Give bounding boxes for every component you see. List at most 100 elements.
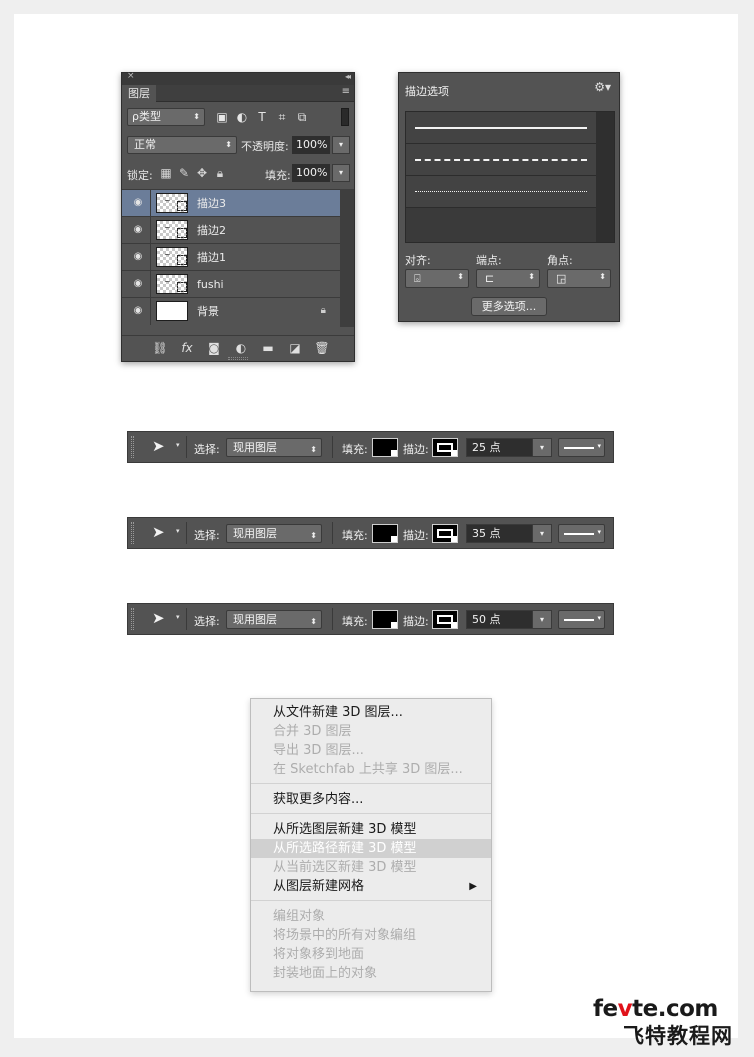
menu-item[interactable]: 从所选图层新建 3D 模型 <box>251 820 491 839</box>
panel-tabbar: 图层 ≡ <box>122 85 354 102</box>
corners-select[interactable]: ◲ ⬍ <box>547 269 611 288</box>
vector-mask-icon <box>177 282 187 292</box>
stroke-swatch[interactable] <box>432 438 458 457</box>
select-layers-dropdown[interactable]: 现用图层 ⬍ <box>226 524 322 543</box>
lock-transparency-icon[interactable]: ▦ <box>159 165 173 181</box>
stroke-type-sample <box>564 447 594 449</box>
shape-filter-icon[interactable]: ⌗ <box>274 109 290 125</box>
panel-menu-icon[interactable]: ≡ <box>342 86 350 97</box>
layer-row[interactable]: ◉ ~ 描边1 <box>122 243 340 271</box>
toolbar-grip[interactable] <box>131 436 134 458</box>
trash-icon[interactable]: 🗑︎ <box>312 339 332 357</box>
more-options-button[interactable]: 更多选项... <box>471 297 547 316</box>
stroke-width-dropdown[interactable]: ▾ <box>532 438 552 457</box>
menu-item[interactable]: 从文件新建 3D 图层... <box>251 703 491 722</box>
type-filter-icon[interactable]: T <box>254 109 270 125</box>
caps-select[interactable]: ⊏ ⬍ <box>476 269 540 288</box>
opacity-input[interactable]: 100% <box>292 136 330 154</box>
preset-scrollbar[interactable] <box>596 112 614 242</box>
stroke-type-dropdown[interactable]: ▾ <box>558 610 605 629</box>
stroke-swatch[interactable] <box>432 610 458 629</box>
chevron-down-icon: ▾ <box>597 528 601 536</box>
stroke-preset-dotted[interactable] <box>406 176 596 208</box>
folder-icon[interactable]: ▬ <box>258 339 278 357</box>
fill-swatch[interactable] <box>372 610 398 629</box>
align-select[interactable]: ⌺ ⬍ <box>405 269 469 288</box>
layer-thumbnail[interactable]: ~ <box>156 274 188 294</box>
pixel-filter-icon[interactable]: ▣ <box>214 109 230 125</box>
lock-position-icon[interactable]: ✥ <box>195 165 209 181</box>
layer-list-scrollbar[interactable] <box>340 189 354 327</box>
layer-name: 描边1 <box>197 251 226 264</box>
link-icon[interactable]: ⛓ <box>150 339 170 357</box>
tool-preset-dropdown-icon[interactable]: ▾ <box>176 527 180 535</box>
stroke-type-dropdown[interactable]: ▾ <box>558 524 605 543</box>
watermark-logo: fevte.com 飞特教程网 <box>593 996 743 1048</box>
stroke-width-dropdown[interactable]: ▾ <box>532 610 552 629</box>
blend-mode-select[interactable]: 正常 ⬍ <box>127 136 237 154</box>
filter-toggle[interactable] <box>341 108 349 126</box>
divider <box>150 244 151 271</box>
close-icon[interactable]: × <box>127 71 135 81</box>
menu-separator <box>251 813 491 814</box>
fill-dropdown[interactable]: ▾ <box>332 164 350 182</box>
stroke-preset-dashed[interactable] <box>406 144 596 176</box>
menu-item[interactable]: 获取更多内容... <box>251 790 491 809</box>
menu-item[interactable]: 从所选路径新建 3D 模型 <box>251 839 491 858</box>
layer-row[interactable]: ◉ ~ 描边3 <box>122 189 340 217</box>
adjustment-icon[interactable]: ◐ <box>231 339 251 357</box>
visibility-eye-icon[interactable]: ◉ <box>131 304 145 318</box>
new-layer-icon[interactable]: ◪ <box>285 339 305 357</box>
layer-thumbnail[interactable] <box>156 301 188 321</box>
layer-row[interactable]: ◉ 背景 🔒︎ <box>122 297 340 325</box>
menu-separator <box>251 900 491 901</box>
layer-thumbnail[interactable]: ~ <box>156 247 188 267</box>
updown-arrows-icon: ⬍ <box>193 112 200 121</box>
visibility-eye-icon[interactable]: ◉ <box>131 277 145 291</box>
corners-icon: ◲ <box>556 272 567 285</box>
lock-paint-icon[interactable]: ✎ <box>177 165 191 181</box>
lock-all-icon[interactable]: 🔒︎ <box>213 165 227 181</box>
resize-grip[interactable] <box>228 357 248 360</box>
gear-icon[interactable]: ⚙▾ <box>594 80 611 94</box>
stroke-width-dropdown[interactable]: ▾ <box>532 524 552 543</box>
menu-item: 合并 3D 图层 <box>251 722 491 741</box>
collapse-icon[interactable]: ◂◂ <box>345 72 351 81</box>
fill-input[interactable]: 100% <box>292 164 330 182</box>
layer-thumbnail[interactable]: ~ <box>156 193 188 213</box>
visibility-eye-icon[interactable]: ◉ <box>131 196 145 210</box>
submenu-arrow-icon: ▶ <box>469 881 477 892</box>
path-selection-tool-icon[interactable]: ➤ <box>152 523 165 541</box>
visibility-eye-icon[interactable]: ◉ <box>131 250 145 264</box>
select-layers-dropdown[interactable]: 现用图层 ⬍ <box>226 438 322 457</box>
visibility-eye-icon[interactable]: ◉ <box>131 223 145 237</box>
fill-swatch[interactable] <box>372 524 398 543</box>
select-layers-dropdown[interactable]: 现用图层 ⬍ <box>226 610 322 629</box>
swatch-corner <box>451 450 457 456</box>
layer-row[interactable]: ◉ ~ fushi <box>122 270 340 298</box>
filter-icons: ▣ ◐ T ⌗ ⧉ <box>214 109 310 125</box>
updown-arrows-icon: ⬍ <box>310 531 317 540</box>
path-selection-tool-icon[interactable]: ➤ <box>152 609 165 627</box>
fill-swatch[interactable] <box>372 438 398 457</box>
fx-icon[interactable]: fx <box>177 339 197 357</box>
adjustment-filter-icon[interactable]: ◐ <box>234 109 250 125</box>
toolbar-grip[interactable] <box>131 608 134 630</box>
menu-item-label: 从当前选区新建 3D 模型 <box>273 860 417 875</box>
menu-item[interactable]: 从图层新建网格 ▶ <box>251 877 491 896</box>
mask-icon[interactable]: ◙ <box>204 339 224 357</box>
smartobject-filter-icon[interactable]: ⧉ <box>294 109 310 125</box>
layer-thumbnail[interactable]: ~ <box>156 220 188 240</box>
layer-filter-select[interactable]: ρ类型 ⬍ <box>127 108 205 126</box>
stroke-swatch[interactable] <box>432 524 458 543</box>
toolbar-grip[interactable] <box>131 522 134 544</box>
tool-preset-dropdown-icon[interactable]: ▾ <box>176 441 180 449</box>
opacity-dropdown[interactable]: ▾ <box>332 136 350 154</box>
stroke-type-dropdown[interactable]: ▾ <box>558 438 605 457</box>
align-label: 对齐: <box>405 254 431 267</box>
tab-layers[interactable]: 图层 <box>122 85 156 102</box>
tool-preset-dropdown-icon[interactable]: ▾ <box>176 613 180 621</box>
layer-row[interactable]: ◉ ~ 描边2 <box>122 216 340 244</box>
stroke-preset-solid[interactable] <box>406 112 596 144</box>
path-selection-tool-icon[interactable]: ➤ <box>152 437 165 455</box>
